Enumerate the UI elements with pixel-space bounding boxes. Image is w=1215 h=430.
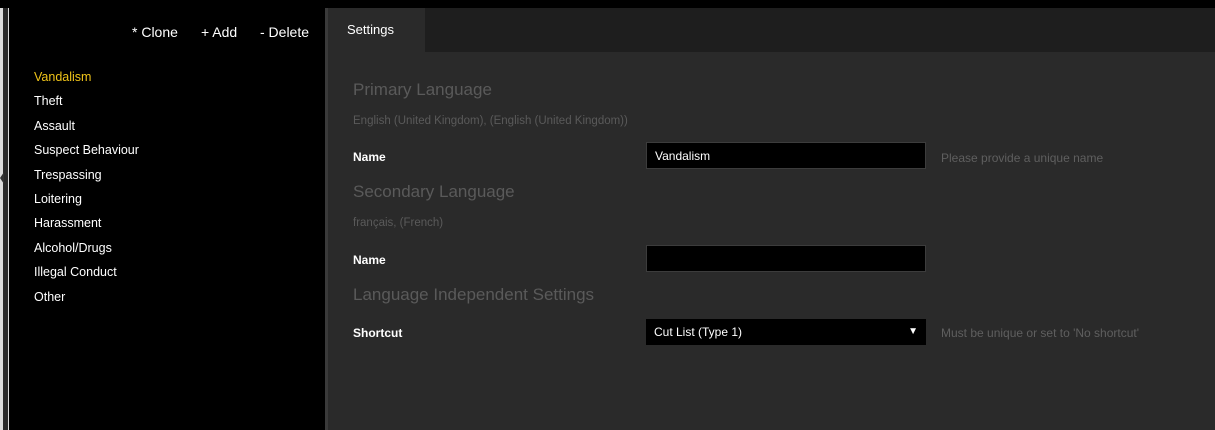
tab-bar: Settings [328,8,1215,52]
tab-settings[interactable]: Settings [328,8,425,52]
category-item-illegal-conduct[interactable]: Illegal Conduct [34,263,139,287]
left-edge-bar [3,8,8,430]
shortcut-label: Shortcut [353,326,403,340]
category-item-harassment[interactable]: Harassment [34,214,139,238]
primary-language-heading: Primary Language [353,80,492,99]
category-list: Vandalism Theft Assault Suspect Behaviou… [34,68,139,312]
secondary-name-label: Name [353,253,386,267]
category-item-alcohol-drugs[interactable]: Alcohol/Drugs [34,239,139,263]
category-item-trespassing[interactable]: Trespassing [34,166,139,190]
left-edge [0,8,9,430]
top-border [0,0,1215,8]
sidebar-toolbar: * Clone + Add - Delete [9,8,325,52]
category-item-theft[interactable]: Theft [34,92,139,116]
primary-name-hint: Please provide a unique name [941,151,1104,165]
secondary-name-input[interactable] [646,245,926,272]
independent-settings-heading: Language Independent Settings [353,285,595,304]
secondary-language-heading: Secondary Language [353,182,515,201]
category-item-vandalism[interactable]: Vandalism [34,68,139,92]
category-item-suspect-behaviour[interactable]: Suspect Behaviour [34,141,139,165]
primary-language-name: English (United Kingdom), (English (Unit… [353,115,628,127]
primary-name-input[interactable] [646,142,926,169]
category-item-assault[interactable]: Assault [34,117,139,141]
settings-panel: Settings Primary Language English (Unite… [328,8,1215,430]
delete-button[interactable]: - Delete [260,24,309,40]
dropdown-arrow-icon: ▼ [908,326,918,337]
clone-button[interactable]: * Clone [132,24,178,40]
add-button[interactable]: + Add [201,24,237,40]
collapse-caret-icon[interactable] [0,172,4,184]
sidebar: * Clone + Add - Delete Vandalism Theft A… [9,8,325,430]
primary-name-label: Name [353,150,386,164]
shortcut-select[interactable]: Cut List (Type 1) ▼ [646,319,926,345]
secondary-language-name: français, (French) [353,217,444,229]
app-window: * Clone + Add - Delete Vandalism Theft A… [0,0,1215,430]
category-item-loitering[interactable]: Loitering [34,190,139,214]
shortcut-hint: Must be unique or set to 'No shortcut' [941,326,1140,340]
category-item-other[interactable]: Other [34,288,139,312]
shortcut-select-value: Cut List (Type 1) [654,325,743,339]
